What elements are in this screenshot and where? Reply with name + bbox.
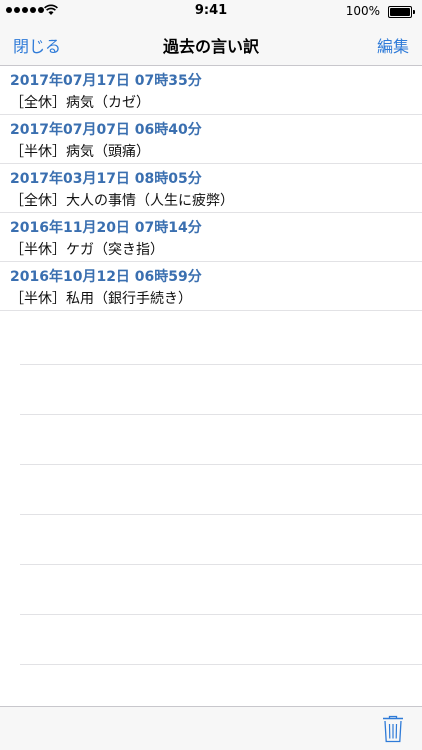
list-item[interactable]: 2017年03月17日 08時05分 ［全休］大人の事情（人生に疲弊）: [0, 164, 422, 213]
empty-row-separator: [20, 614, 422, 615]
trash-icon[interactable]: [382, 715, 404, 743]
edit-button[interactable]: 編集: [377, 33, 409, 57]
battery-percentage: 100%: [345, 4, 380, 18]
list-item[interactable]: 2017年07月17日 07時35分 ［全休］病気（カゼ）: [0, 66, 422, 115]
list-item[interactable]: 2016年10月12日 06時59分 ［半休］私用（銀行手続き）: [0, 262, 422, 311]
list-item[interactable]: 2016年11月20日 07時14分 ［半休］ケガ（突き指）: [0, 213, 422, 262]
entry-date: 2016年11月20日 07時14分: [10, 220, 202, 236]
entry-reason: ［半休］私用（銀行手続き）: [10, 291, 192, 307]
battery-icon: [388, 6, 415, 18]
empty-row-separator: [20, 664, 422, 665]
empty-row-separator: [20, 464, 422, 465]
empty-row-separator: [20, 414, 422, 415]
list-item[interactable]: 2017年07月07日 06時40分 ［半休］病気（頭痛）: [0, 115, 422, 164]
page-title: 過去の言い訳: [162, 37, 259, 56]
entry-reason: ［全休］大人の事情（人生に疲弊）: [10, 193, 234, 209]
entry-date: 2017年07月17日 07時35分: [10, 73, 202, 89]
excuse-history-list: 2017年07月17日 07時35分 ［全休］病気（カゼ） 2017年07月07…: [0, 66, 422, 311]
entry-reason: ［全休］病気（カゼ）: [10, 95, 150, 111]
status-bar: 9:41 100%: [0, 0, 422, 22]
entry-reason: ［半休］ケガ（突き指）: [10, 242, 164, 258]
entry-date: 2017年07月07日 06時40分: [10, 122, 202, 138]
entry-date: 2017年03月17日 08時05分: [10, 171, 202, 187]
navigation-bar: 閉じる 過去の言い訳 編集: [0, 22, 422, 66]
bottom-toolbar: [0, 706, 422, 750]
empty-row-separator: [20, 514, 422, 515]
empty-row-separator: [20, 364, 422, 365]
entry-date: 2016年10月12日 06時59分: [10, 269, 202, 285]
entry-reason: ［半休］病気（頭痛）: [10, 144, 150, 160]
empty-row-separator: [20, 564, 422, 565]
